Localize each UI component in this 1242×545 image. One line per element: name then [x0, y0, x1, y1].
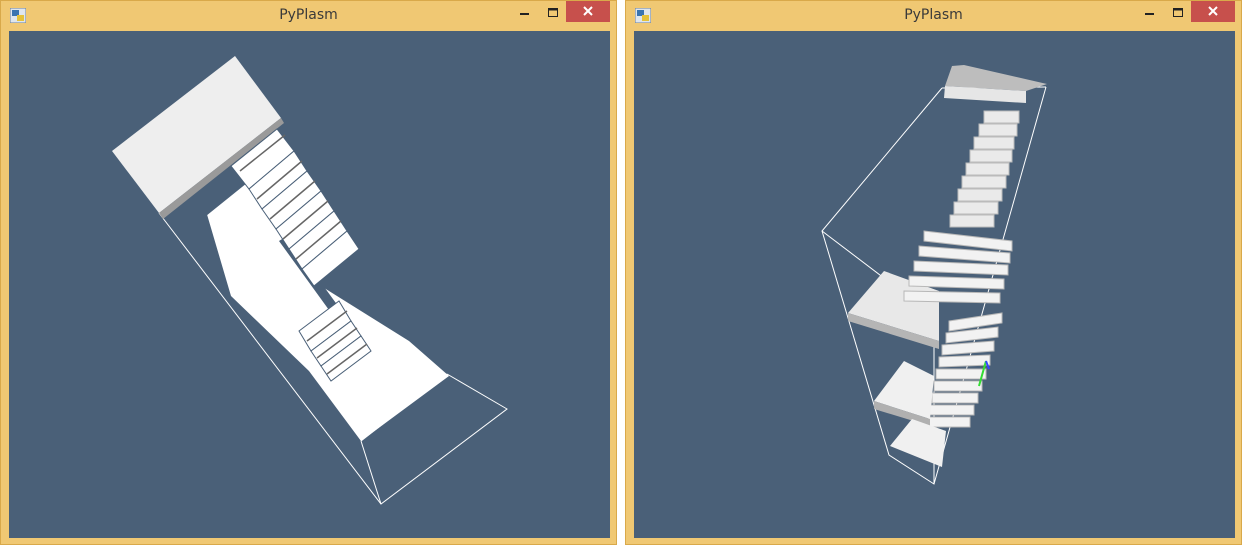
maximize-button[interactable]	[540, 1, 566, 23]
minimize-button[interactable]	[512, 1, 538, 23]
close-icon	[582, 2, 594, 21]
upper-flight	[949, 110, 1020, 228]
pyplasm-window-left[interactable]: PyPlasm	[0, 0, 617, 545]
close-icon	[1207, 2, 1219, 21]
maximize-button[interactable]	[1165, 1, 1191, 23]
minimize-button[interactable]	[1137, 1, 1163, 23]
minimize-icon	[1145, 3, 1155, 22]
lower-flight	[927, 312, 1003, 428]
staircase-perspective-view	[821, 65, 1047, 485]
minimize-icon	[520, 3, 530, 22]
staircase-top-view	[112, 56, 508, 505]
maximize-icon	[547, 3, 559, 22]
close-button[interactable]	[566, 1, 610, 22]
title-bar[interactable]: PyPlasm	[626, 1, 1241, 31]
maximize-icon	[1172, 3, 1184, 22]
3d-viewport[interactable]	[9, 31, 610, 538]
title-bar[interactable]: PyPlasm	[1, 1, 616, 31]
close-button[interactable]	[1191, 1, 1235, 22]
middle-flight	[903, 230, 1013, 304]
pyplasm-window-right[interactable]: PyPlasm	[625, 0, 1242, 545]
3d-viewport[interactable]	[634, 31, 1235, 538]
